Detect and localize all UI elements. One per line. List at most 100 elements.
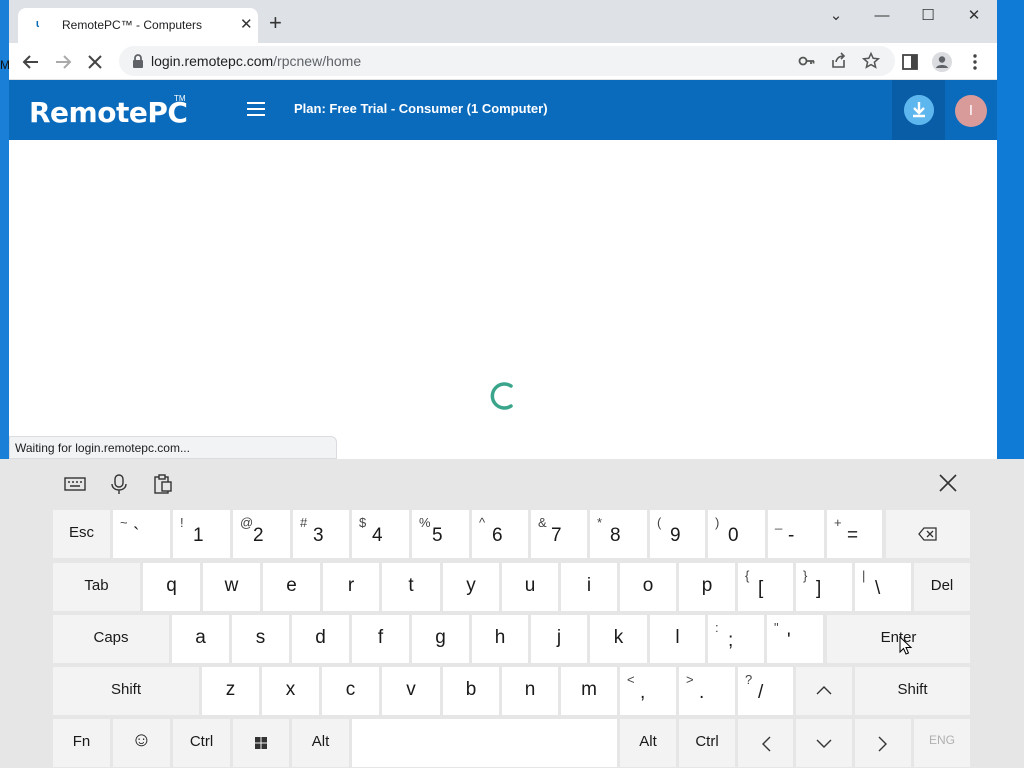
key-k[interactable]: k (590, 615, 647, 663)
key-backspace[interactable] (886, 510, 970, 558)
key-period[interactable]: >. (679, 667, 735, 715)
profile-icon[interactable] (931, 51, 953, 73)
key-0[interactable]: ) 0 (708, 510, 765, 558)
key-caps[interactable]: Caps (53, 615, 169, 663)
key-emoji[interactable]: ☺ (113, 719, 170, 767)
key-p[interactable]: p (679, 563, 735, 611)
download-button[interactable] (892, 80, 945, 140)
windows-logo-icon (255, 737, 267, 749)
key-shift-left[interactable]: Shift (53, 667, 199, 715)
chevron-up-icon (816, 686, 832, 695)
key-backtick[interactable]: ~ ` (113, 510, 170, 558)
bookmark-star-icon[interactable] (861, 51, 881, 71)
key-8[interactable]: * 8 (590, 510, 647, 558)
tab-search-icon[interactable]: ⌄ (813, 5, 859, 27)
key-d[interactable]: d (292, 615, 349, 663)
lock-icon[interactable] (131, 53, 145, 69)
key-ctrl-right[interactable]: Ctrl (679, 719, 735, 767)
key-t[interactable]: t (382, 563, 440, 611)
tab-remotepc[interactable]: ɩ RemotePC™ - Computers ✕ (18, 8, 258, 43)
key-arrow-right[interactable] (855, 719, 911, 767)
key-space[interactable] (352, 719, 617, 767)
maximize-button[interactable]: ☐ (905, 5, 951, 27)
key-4[interactable]: $4 (352, 510, 409, 558)
key-minus[interactable]: _ - (768, 510, 824, 558)
key-b[interactable]: b (443, 667, 499, 715)
clipboard-icon[interactable] (151, 473, 175, 495)
back-icon[interactable] (18, 49, 44, 75)
key-x[interactable]: x (262, 667, 319, 715)
key-i[interactable]: i (561, 563, 617, 611)
key-windows[interactable] (233, 719, 289, 767)
key-r[interactable]: r (323, 563, 379, 611)
key-6[interactable]: ^ 6 (472, 510, 528, 558)
url-text[interactable]: login.remotepc.com/rpcnew/home (151, 53, 361, 69)
key-equals[interactable]: + = (827, 510, 882, 558)
key-a[interactable]: a (172, 615, 229, 663)
more-menu-icon[interactable] (964, 51, 986, 73)
key-v[interactable]: v (382, 667, 440, 715)
key-7[interactable]: & 7 (531, 510, 587, 558)
key-h[interactable]: h (472, 615, 528, 663)
key-fn[interactable]: Fn (53, 719, 110, 767)
key-f[interactable]: f (352, 615, 409, 663)
address-bar[interactable]: login.remotepc.com/rpcnew/home (119, 46, 895, 76)
tab-close-icon[interactable]: ✕ (240, 16, 253, 34)
key-slash[interactable]: ? / (738, 667, 793, 715)
key-o[interactable]: o (620, 563, 676, 611)
key-alt-left[interactable]: Alt (292, 719, 349, 767)
status-bar: Waiting for login.remotepc.com... (9, 436, 337, 459)
key-l[interactable]: l (650, 615, 705, 663)
hamburger-menu-icon[interactable] (247, 102, 265, 116)
microphone-icon[interactable] (107, 473, 131, 495)
key-q[interactable]: q (143, 563, 200, 611)
key-tab[interactable]: Tab (53, 563, 140, 611)
user-avatar[interactable]: I (955, 95, 987, 127)
key-y[interactable]: y (443, 563, 499, 611)
keyboard-close-icon[interactable] (936, 471, 960, 495)
key-w[interactable]: w (203, 563, 260, 611)
key-shift-right[interactable]: Shift (855, 667, 970, 715)
key-esc[interactable]: Esc (53, 510, 110, 558)
key-right-bracket[interactable]: }] (796, 563, 852, 611)
stop-loading-icon[interactable] (82, 49, 108, 75)
new-tab-button[interactable]: + (269, 12, 282, 34)
key-c[interactable]: c (322, 667, 379, 715)
key-ctrl-left[interactable]: Ctrl (173, 719, 230, 767)
keyboard-settings-icon[interactable] (63, 473, 87, 495)
key-arrow-up[interactable] (796, 667, 852, 715)
close-window-button[interactable]: ✕ (951, 5, 997, 27)
key-3[interactable]: #3 (293, 510, 349, 558)
key-left-bracket[interactable]: {[ (738, 563, 793, 611)
side-panel-icon[interactable] (899, 51, 921, 73)
key-s[interactable]: s (232, 615, 289, 663)
key-g[interactable]: g (412, 615, 469, 663)
key-quote[interactable]: " ' (767, 615, 823, 663)
key-comma[interactable]: <, (620, 667, 676, 715)
logo-text: RemotePC (29, 96, 188, 129)
key-arrow-down[interactable] (796, 719, 852, 767)
minimize-button[interactable]: — (859, 5, 905, 27)
key-e[interactable]: e (263, 563, 320, 611)
forward-icon[interactable] (50, 49, 76, 75)
key-del[interactable]: Del (914, 563, 970, 611)
key-icon[interactable] (797, 51, 817, 71)
tab-strip: ɩ RemotePC™ - Computers ✕ + ⌄ — ☐ ✕ (9, 0, 997, 43)
key-u[interactable]: u (502, 563, 558, 611)
share-icon[interactable] (829, 51, 849, 71)
key-arrow-left[interactable] (738, 719, 793, 767)
key-n[interactable]: n (502, 667, 558, 715)
key-backslash[interactable]: | \ (855, 563, 911, 611)
key-j[interactable]: j (531, 615, 587, 663)
key-1[interactable]: ! 1 (173, 510, 230, 558)
key-z[interactable]: z (202, 667, 259, 715)
key-language[interactable]: ENG (914, 719, 970, 767)
key-2[interactable]: @2 (233, 510, 290, 558)
key-9[interactable]: (9 (650, 510, 705, 558)
site-header: RemotePC TM Plan: Free Trial - Consumer … (9, 80, 997, 140)
key-semicolon[interactable]: :; (708, 615, 764, 663)
key-5[interactable]: % 5 (412, 510, 469, 558)
backspace-icon (918, 527, 937, 541)
key-m[interactable]: m (561, 667, 617, 715)
key-alt-right[interactable]: Alt (620, 719, 676, 767)
